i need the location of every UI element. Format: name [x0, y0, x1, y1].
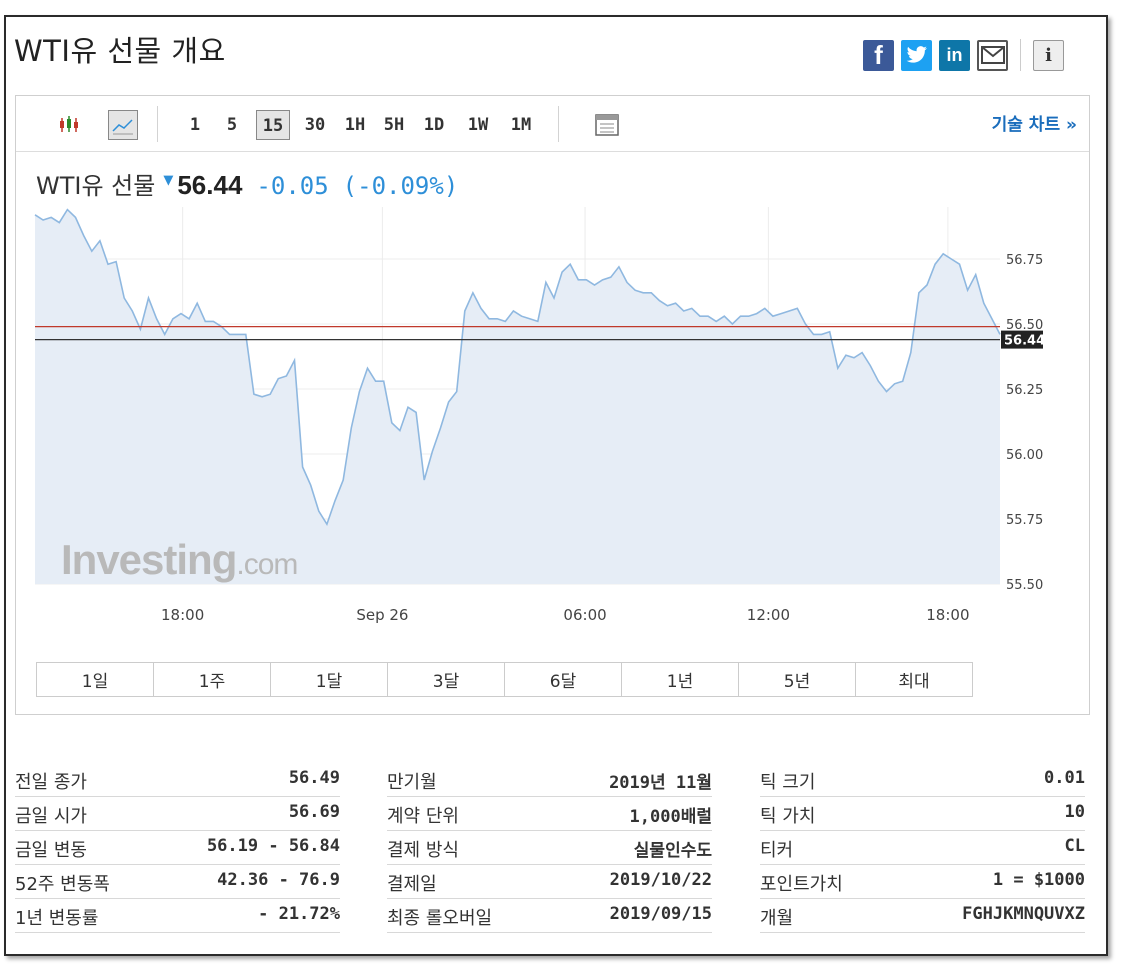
stat-value: - 21.72%	[258, 904, 340, 924]
y-tick-label: 55.50	[1006, 578, 1043, 593]
range-button-0[interactable]: 1일	[37, 663, 154, 696]
stats-column: 만기월 2019년 11월계약 단위 1,000배럴결제 방식 실물인수도결제일 201…	[387, 763, 712, 933]
stat-value: 2019/10/22	[609, 870, 712, 890]
stat-value: 1 = $1000	[992, 870, 1085, 890]
x-tick-label: 18:00	[926, 606, 969, 624]
chart-panel: 1 5 15 30 1H 5H 1D 1W 1M 기술 차트 » WTI유 선물 ▼ 56.44…	[15, 95, 1090, 715]
x-tick-label: 18:00	[161, 606, 204, 624]
stats-row: 금일 시가 56.69	[15, 797, 340, 831]
range-button-6[interactable]: 5년	[739, 663, 856, 696]
stat-label: 최종 롤오버일	[387, 908, 493, 929]
stats-row: 틱 가치 10	[760, 797, 1085, 831]
stat-label: 틱 가치	[760, 806, 816, 827]
stats-row: 전일 종가 56.49	[15, 763, 340, 797]
y-tick-label: 56.75	[1006, 253, 1043, 268]
stat-value: 10	[1064, 802, 1085, 822]
twitter-icon[interactable]	[901, 39, 932, 71]
range-button-3[interactable]: 3달	[388, 663, 505, 696]
range-button-7[interactable]: 최대	[856, 663, 972, 696]
stat-label: 개월	[760, 908, 794, 929]
stats-row: 계약 단위 1,000배럴	[387, 797, 712, 831]
y-tick-label: 55.75	[1006, 513, 1043, 528]
stat-label: 1년 변동률	[15, 908, 99, 929]
stats-row: 결제일 2019/10/22	[387, 865, 712, 899]
stats-row: 포인트가치 1 = $1000	[760, 865, 1085, 899]
stat-value: 56.49	[288, 768, 340, 788]
stat-value: 0.01	[1044, 768, 1085, 788]
facebook-icon[interactable]: f	[863, 39, 894, 71]
stats-row: 티커 CL	[760, 831, 1085, 865]
stat-value: FGHJKMNQUVXZ	[962, 904, 1085, 924]
stat-value: 56.19 - 56.84	[206, 836, 340, 856]
stats-row: 만기월 2019년 11월	[387, 763, 712, 797]
stat-value: 2019년 11월	[609, 773, 712, 793]
share-divider	[1020, 39, 1021, 71]
current-price-label: 56.44	[1004, 334, 1045, 349]
stat-label: 계약 단위	[387, 806, 459, 827]
stats-row: 개월 FGHJKMNQUVXZ	[760, 899, 1085, 933]
stat-label: 금일 변동	[15, 840, 87, 861]
stat-value: 42.36 - 76.9	[217, 870, 340, 890]
stat-label: 결제일	[387, 874, 437, 895]
stats-row: 52주 변동폭 42.36 - 76.9	[15, 865, 340, 899]
x-tick-label: Sep 26	[356, 606, 408, 624]
range-button-5[interactable]: 1년	[622, 663, 739, 696]
stat-label: 티커	[760, 840, 794, 861]
info-icon[interactable]: i	[1033, 39, 1064, 71]
stat-value: 1,000배럴	[629, 807, 712, 827]
price-chart[interactable]: 55.5055.7556.0056.2556.5056.7556.4418:00…	[16, 96, 1089, 656]
stats-row: 1년 변동률 - 21.72%	[15, 899, 340, 933]
range-button-1[interactable]: 1주	[154, 663, 271, 696]
stat-label: 52주 변동폭	[15, 874, 110, 895]
x-tick-label: 12:00	[747, 606, 790, 624]
stats-row: 틱 크기 0.01	[760, 763, 1085, 797]
stat-value: 56.69	[288, 802, 340, 822]
linkedin-icon[interactable]: in	[939, 39, 970, 71]
x-tick-label: 06:00	[563, 606, 606, 624]
y-tick-label: 56.25	[1006, 383, 1043, 398]
stat-label: 포인트가치	[760, 874, 843, 895]
y-tick-label: 56.00	[1006, 448, 1043, 463]
stat-value: CL	[1064, 836, 1085, 856]
stat-label: 틱 크기	[760, 772, 816, 793]
range-button-2[interactable]: 1달	[271, 663, 388, 696]
stat-value: 2019/09/15	[609, 904, 712, 924]
range-selector: 1일 1주 1달 3달 6달 1년 5년 최대	[36, 662, 973, 697]
share-bar: f in i	[863, 39, 1064, 71]
stat-value: 실물인수도	[633, 841, 712, 861]
stat-label: 만기월	[387, 772, 437, 793]
stats-row: 금일 변동 56.19 - 56.84	[15, 831, 340, 865]
stat-label: 전일 종가	[15, 772, 87, 793]
stat-label: 결제 방식	[387, 840, 459, 861]
stats-row: 결제 방식 실물인수도	[387, 831, 712, 865]
mail-icon[interactable]	[977, 39, 1008, 71]
range-button-4[interactable]: 6달	[505, 663, 622, 696]
page-title: WTI유 선물 개요	[14, 34, 226, 68]
stats-column: 전일 종가 56.49 금일 시가 56.69 금일 변동 56.19 - 56.84 52…	[15, 763, 340, 933]
stats-row: 최종 롤오버일 2019/09/15	[387, 899, 712, 933]
stats-column: 틱 크기 0.01 틱 가치 10 티커 CL 포인트가치 1 = $1000 개월 FGHJKM…	[760, 763, 1085, 933]
stat-label: 금일 시가	[15, 806, 87, 827]
